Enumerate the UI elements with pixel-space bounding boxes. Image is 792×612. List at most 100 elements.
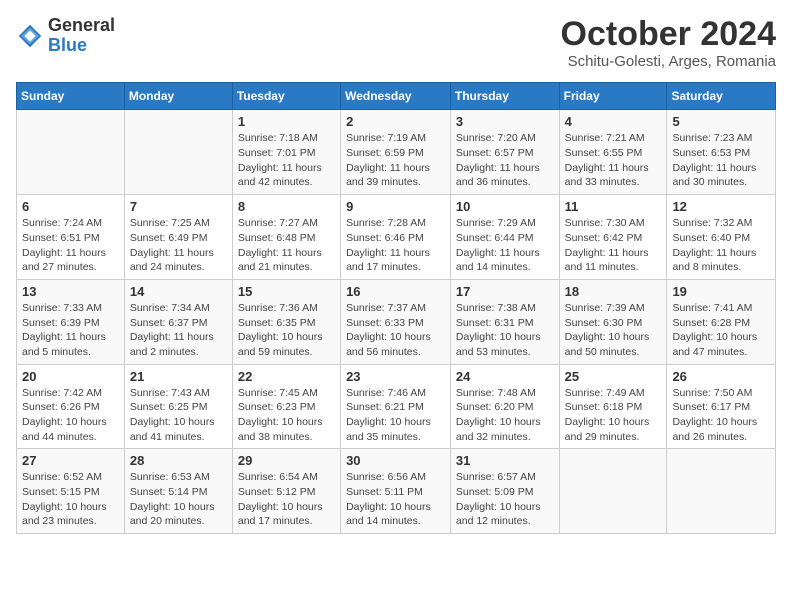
calendar-cell: 5 Sunrise: 7:23 AM Sunset: 6:53 PM Daylig… [667,110,776,195]
day-number: 30 [346,453,445,468]
calendar-cell: 17 Sunrise: 7:38 AM Sunset: 6:31 PM Dayli… [450,279,559,364]
day-detail: Sunrise: 7:46 AM Sunset: 6:21 PM Dayligh… [346,386,445,445]
day-detail: Sunrise: 7:21 AM Sunset: 6:55 PM Dayligh… [565,131,662,190]
day-number: 7 [130,199,227,214]
day-detail: Sunrise: 7:29 AM Sunset: 6:44 PM Dayligh… [456,216,554,275]
calendar-week-row: 1Sunrise: 7:18 AM Sunset: 7:01 PM Daylig… [17,110,776,195]
calendar-day-header: Saturday [667,83,776,110]
calendar-cell [667,449,776,534]
calendar-cell: 8 Sunrise: 7:27 AM Sunset: 6:48 PM Daylig… [232,195,340,280]
day-number: 25 [565,369,662,384]
day-detail: Sunrise: 7:20 AM Sunset: 6:57 PM Dayligh… [456,131,554,190]
calendar-cell: 12 Sunrise: 7:32 AM Sunset: 6:40 PM Dayli… [667,195,776,280]
calendar-cell: 15 Sunrise: 7:36 AM Sunset: 6:35 PM Dayli… [232,279,340,364]
calendar-cell: 6 Sunrise: 7:24 AM Sunset: 6:51 PM Daylig… [17,195,125,280]
calendar-day-header: Sunday [17,83,125,110]
calendar-cell: 7 Sunrise: 7:25 AM Sunset: 6:49 PM Daylig… [124,195,232,280]
title-block: October 2024 Schitu-Golesti, Arges, Roma… [561,16,776,70]
day-number: 23 [346,369,445,384]
day-number: 2 [346,114,445,129]
calendar-cell: 26Sunrise: 7:50 AM Sunset: 6:17 PM Dayli… [667,364,776,449]
calendar-cell: 2 Sunrise: 7:19 AM Sunset: 6:59 PM Daylig… [341,110,451,195]
calendar-cell: 31 Sunrise: 6:57 AM Sunset: 5:09 PM Dayli… [450,449,559,534]
day-detail: Sunrise: 6:56 AM Sunset: 5:11 PM Dayligh… [346,470,445,529]
day-detail: Sunrise: 7:42 AM Sunset: 6:26 PM Dayligh… [22,386,119,445]
day-detail: Sunrise: 7:43 AM Sunset: 6:25 PM Dayligh… [130,386,227,445]
calendar-cell: 24 Sunrise: 7:48 AM Sunset: 6:20 PM Dayli… [450,364,559,449]
day-number: 3 [456,114,554,129]
day-number: 4 [565,114,662,129]
calendar-day-header: Wednesday [341,83,451,110]
calendar-day-header: Monday [124,83,232,110]
day-number: 14 [130,284,227,299]
day-detail: Sunrise: 7:34 AM Sunset: 6:37 PM Dayligh… [130,301,227,360]
day-detail: Sunrise: 7:19 AM Sunset: 6:59 PM Dayligh… [346,131,445,190]
day-number: 21 [130,369,227,384]
day-detail: Sunrise: 7:37 AM Sunset: 6:33 PM Dayligh… [346,301,445,360]
day-number: 12 [672,199,770,214]
day-detail: Sunrise: 7:27 AM Sunset: 6:48 PM Dayligh… [238,216,335,275]
calendar-cell [17,110,125,195]
day-detail: Sunrise: 7:48 AM Sunset: 6:20 PM Dayligh… [456,386,554,445]
day-number: 6 [22,199,119,214]
day-number: 8 [238,199,335,214]
calendar-cell: 20 Sunrise: 7:42 AM Sunset: 6:26 PM Dayli… [17,364,125,449]
day-detail: Sunrise: 6:52 AM Sunset: 5:15 PM Dayligh… [22,470,119,529]
day-number: 11 [565,199,662,214]
day-detail: Sunrise: 7:25 AM Sunset: 6:49 PM Dayligh… [130,216,227,275]
day-detail: Sunrise: 7:49 AM Sunset: 6:18 PM Dayligh… [565,386,662,445]
calendar-cell [559,449,667,534]
day-number: 13 [22,284,119,299]
day-detail: Sunrise: 7:36 AM Sunset: 6:35 PM Dayligh… [238,301,335,360]
day-number: 27 [22,453,119,468]
calendar-cell: 21 Sunrise: 7:43 AM Sunset: 6:25 PM Dayli… [124,364,232,449]
calendar-cell: 13 Sunrise: 7:33 AM Sunset: 6:39 PM Dayli… [17,279,125,364]
day-detail: Sunrise: 7:28 AM Sunset: 6:46 PM Dayligh… [346,216,445,275]
day-number: 19 [672,284,770,299]
day-detail: Sunrise: 7:41 AM Sunset: 6:28 PM Dayligh… [672,301,770,360]
day-number: 18 [565,284,662,299]
day-number: 1 [238,114,335,129]
calendar-cell: 23 Sunrise: 7:46 AM Sunset: 6:21 PM Dayli… [341,364,451,449]
day-detail: Sunrise: 7:24 AM Sunset: 6:51 PM Dayligh… [22,216,119,275]
day-detail: Sunrise: 6:53 AM Sunset: 5:14 PM Dayligh… [130,470,227,529]
calendar-cell: 19 Sunrise: 7:41 AM Sunset: 6:28 PM Dayli… [667,279,776,364]
calendar-cell [124,110,232,195]
calendar-cell: 29 Sunrise: 6:54 AM Sunset: 5:12 PM Dayli… [232,449,340,534]
day-number: 17 [456,284,554,299]
day-detail: Sunrise: 7:38 AM Sunset: 6:31 PM Dayligh… [456,301,554,360]
calendar-cell: 18Sunrise: 7:39 AM Sunset: 6:30 PM Dayli… [559,279,667,364]
day-number: 20 [22,369,119,384]
day-number: 31 [456,453,554,468]
day-detail: Sunrise: 7:32 AM Sunset: 6:40 PM Dayligh… [672,216,770,275]
calendar-cell: 27 Sunrise: 6:52 AM Sunset: 5:15 PM Dayli… [17,449,125,534]
page-subtitle: Schitu-Golesti, Arges, Romania [561,53,776,70]
day-detail: Sunrise: 7:33 AM Sunset: 6:39 PM Dayligh… [22,301,119,360]
calendar-cell: 9 Sunrise: 7:28 AM Sunset: 6:46 PM Daylig… [341,195,451,280]
calendar-cell: 30 Sunrise: 6:56 AM Sunset: 5:11 PM Dayli… [341,449,451,534]
day-number: 29 [238,453,335,468]
day-detail: Sunrise: 7:23 AM Sunset: 6:53 PM Dayligh… [672,131,770,190]
day-number: 28 [130,453,227,468]
calendar-body: 1Sunrise: 7:18 AM Sunset: 7:01 PM Daylig… [17,110,776,534]
day-detail: Sunrise: 7:30 AM Sunset: 6:42 PM Dayligh… [565,216,662,275]
calendar-week-row: 13 Sunrise: 7:33 AM Sunset: 6:39 PM Dayli… [17,279,776,364]
calendar-cell: 28 Sunrise: 6:53 AM Sunset: 5:14 PM Dayli… [124,449,232,534]
day-detail: Sunrise: 6:57 AM Sunset: 5:09 PM Dayligh… [456,470,554,529]
page-title: October 2024 [561,16,776,53]
calendar-week-row: 20 Sunrise: 7:42 AM Sunset: 6:26 PM Dayli… [17,364,776,449]
day-detail: Sunrise: 7:45 AM Sunset: 6:23 PM Dayligh… [238,386,335,445]
day-detail: Sunrise: 6:54 AM Sunset: 5:12 PM Dayligh… [238,470,335,529]
logo-text: General Blue [48,16,115,56]
day-number: 22 [238,369,335,384]
day-number: 9 [346,199,445,214]
calendar-cell: 4 Sunrise: 7:21 AM Sunset: 6:55 PM Daylig… [559,110,667,195]
day-number: 24 [456,369,554,384]
day-number: 10 [456,199,554,214]
day-number: 5 [672,114,770,129]
calendar-cell: 22 Sunrise: 7:45 AM Sunset: 6:23 PM Dayli… [232,364,340,449]
logo-icon [16,22,44,50]
calendar-cell: 14 Sunrise: 7:34 AM Sunset: 6:37 PM Dayli… [124,279,232,364]
day-number: 15 [238,284,335,299]
calendar-table: SundayMondayTuesdayWednesdayThursdayFrid… [16,82,776,534]
